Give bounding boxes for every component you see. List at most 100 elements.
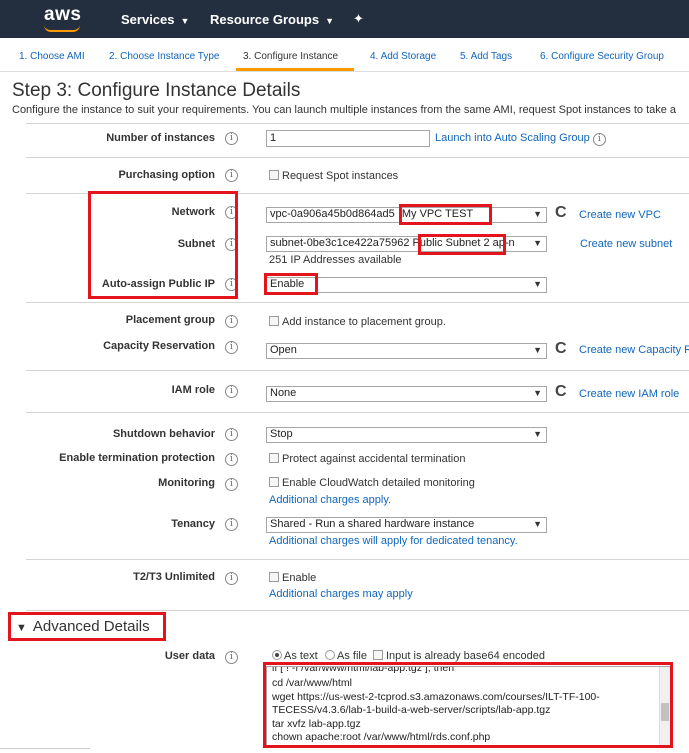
info-icon[interactable]: i: [225, 385, 238, 398]
tenancy-value: Shared - Run a shared hardware instance: [270, 518, 475, 530]
termination-protection-checkbox[interactable]: Protect against accidental termination: [269, 453, 465, 465]
checkbox-box[interactable]: [269, 572, 279, 582]
resource-groups-label: Resource Groups: [210, 12, 320, 27]
create-new-iam-role-link[interactable]: Create new IAM role: [579, 388, 679, 400]
purchasing-option-label: Purchasing option: [118, 169, 215, 181]
chevron-down-icon: ▼: [533, 238, 542, 248]
capacity-reservation-select[interactable]: Open ▼: [266, 343, 547, 359]
info-icon[interactable]: i: [225, 453, 238, 466]
checkbox-box[interactable]: [269, 477, 279, 487]
launch-auto-scaling-label: Launch into Auto Scaling Group: [435, 132, 590, 144]
iam-role-select[interactable]: None ▼: [266, 386, 547, 402]
tenancy-charges-link[interactable]: Additional charges will apply for dedica…: [269, 535, 518, 547]
active-step-indicator: [236, 68, 354, 71]
highlight-box: [399, 204, 492, 225]
services-menu[interactable]: Services ▼: [121, 12, 189, 27]
radio-button[interactable]: [272, 650, 282, 660]
request-spot-label: Request Spot instances: [282, 170, 399, 182]
info-icon[interactable]: i: [225, 169, 238, 182]
as-text-label: As text: [284, 650, 318, 662]
chevron-down-icon: ▼: [533, 209, 542, 219]
wizard-step-configure-security-group[interactable]: 6. Configure Security Group: [540, 51, 664, 62]
tenancy-select[interactable]: Shared - Run a shared hardware instance ▼: [266, 517, 547, 533]
divider: [26, 123, 689, 124]
refresh-icon[interactable]: C: [555, 204, 567, 222]
wizard-step-configure-instance[interactable]: 3. Configure Instance: [243, 51, 338, 62]
highlight-box: [88, 191, 238, 299]
placement-group-text: Add instance to placement group.: [282, 316, 446, 328]
highlight-box: [264, 273, 318, 295]
radio-button[interactable]: [325, 650, 335, 660]
chevron-down-icon: ▼: [533, 429, 542, 439]
cloudwatch-monitoring-text: Enable CloudWatch detailed monitoring: [282, 477, 475, 489]
as-file-radio[interactable]: As file: [325, 650, 367, 662]
refresh-icon[interactable]: C: [555, 340, 567, 358]
footer-edge: [0, 748, 90, 753]
info-icon[interactable]: i: [225, 518, 238, 531]
user-data-label: User data: [164, 650, 215, 662]
placement-group-checkbox[interactable]: Add instance to placement group.: [269, 316, 446, 328]
info-icon[interactable]: i: [225, 341, 238, 354]
divider: [26, 412, 689, 413]
create-new-capacity-link[interactable]: Create new Capacity R: [579, 344, 689, 356]
number-of-instances-label: Number of instances: [106, 132, 215, 144]
subnet-available-ips: 251 IP Addresses available: [269, 254, 402, 266]
checkbox-box[interactable]: [373, 650, 383, 660]
info-icon[interactable]: i: [225, 572, 238, 585]
checkbox-box[interactable]: [269, 453, 279, 463]
termination-protection-text: Protect against accidental termination: [282, 453, 466, 465]
wizard-step-add-tags[interactable]: 5. Add Tags: [460, 51, 512, 62]
shutdown-behavior-label: Shutdown behavior: [112, 428, 215, 440]
t2t3-charges-link[interactable]: Additional charges may apply: [269, 588, 413, 600]
chevron-down-icon: ▼: [533, 388, 542, 398]
info-icon[interactable]: i: [225, 315, 238, 328]
iam-role-label: IAM role: [171, 384, 215, 396]
page-title: Step 3: Configure Instance Details: [12, 80, 301, 101]
wizard-steps: 1. Choose AMI 2. Choose Instance Type 3.…: [0, 38, 689, 72]
launch-auto-scaling-link[interactable]: Launch into Auto Scaling Group i: [435, 132, 606, 146]
base64-label: Input is already base64 encoded: [386, 650, 546, 662]
chevron-down-icon: ▼: [533, 279, 542, 289]
chevron-down-icon: ▼: [180, 16, 190, 26]
create-new-vpc-link[interactable]: Create new VPC: [579, 209, 661, 221]
highlight-box: [263, 662, 673, 748]
wizard-step-choose-ami[interactable]: 1. Choose AMI: [19, 51, 85, 62]
info-icon[interactable]: i: [225, 428, 238, 441]
placement-group-label: Placement group: [125, 314, 215, 326]
chevron-down-icon: ▼: [533, 345, 542, 355]
create-new-subnet-link[interactable]: Create new subnet: [580, 238, 672, 250]
network-vpc-id: vpc-0a906a45b0d864ad5: [270, 208, 395, 220]
wizard-step-choose-instance-type[interactable]: 2. Choose Instance Type: [109, 51, 219, 62]
t2t3-unlimited-checkbox[interactable]: Enable: [269, 572, 316, 584]
capacity-reservation-label: Capacity Reservation: [103, 340, 215, 352]
divider: [26, 157, 689, 158]
divider: [26, 610, 689, 611]
base64-checkbox[interactable]: Input is already base64 encoded: [373, 650, 545, 662]
aws-logo[interactable]: aws: [44, 4, 81, 26]
as-text-radio[interactable]: As text: [272, 650, 318, 662]
pin-icon[interactable]: ✦: [353, 11, 364, 27]
info-icon[interactable]: i: [225, 478, 238, 491]
wizard-step-add-storage[interactable]: 4. Add Storage: [370, 51, 436, 62]
info-icon[interactable]: i: [225, 651, 238, 664]
info-icon[interactable]: i: [225, 132, 238, 145]
number-of-instances-input[interactable]: 1: [266, 130, 430, 147]
as-file-label: As file: [337, 650, 367, 662]
checkbox-box[interactable]: [269, 316, 279, 326]
divider: [26, 302, 689, 303]
cloudwatch-monitoring-checkbox[interactable]: Enable CloudWatch detailed monitoring: [269, 477, 475, 489]
top-nav-bar: aws Services ▼ Resource Groups ▼ ✦: [0, 0, 689, 38]
monitoring-charges-link[interactable]: Additional charges apply.: [269, 494, 391, 506]
checkbox-box[interactable]: [269, 170, 279, 180]
resource-groups-menu[interactable]: Resource Groups ▼: [210, 12, 334, 27]
services-label: Services: [121, 12, 175, 27]
shutdown-behavior-select[interactable]: Stop ▼: [266, 427, 547, 443]
t2t3-unlimited-label: T2/T3 Unlimited: [133, 571, 215, 583]
divider: [26, 370, 689, 371]
request-spot-checkbox[interactable]: Request Spot instances: [269, 170, 398, 182]
highlight-box: [8, 612, 166, 641]
page-description: Configure the instance to suit your requ…: [12, 104, 677, 116]
refresh-icon[interactable]: C: [555, 383, 567, 401]
info-icon[interactable]: i: [592, 133, 606, 146]
divider: [26, 559, 689, 560]
